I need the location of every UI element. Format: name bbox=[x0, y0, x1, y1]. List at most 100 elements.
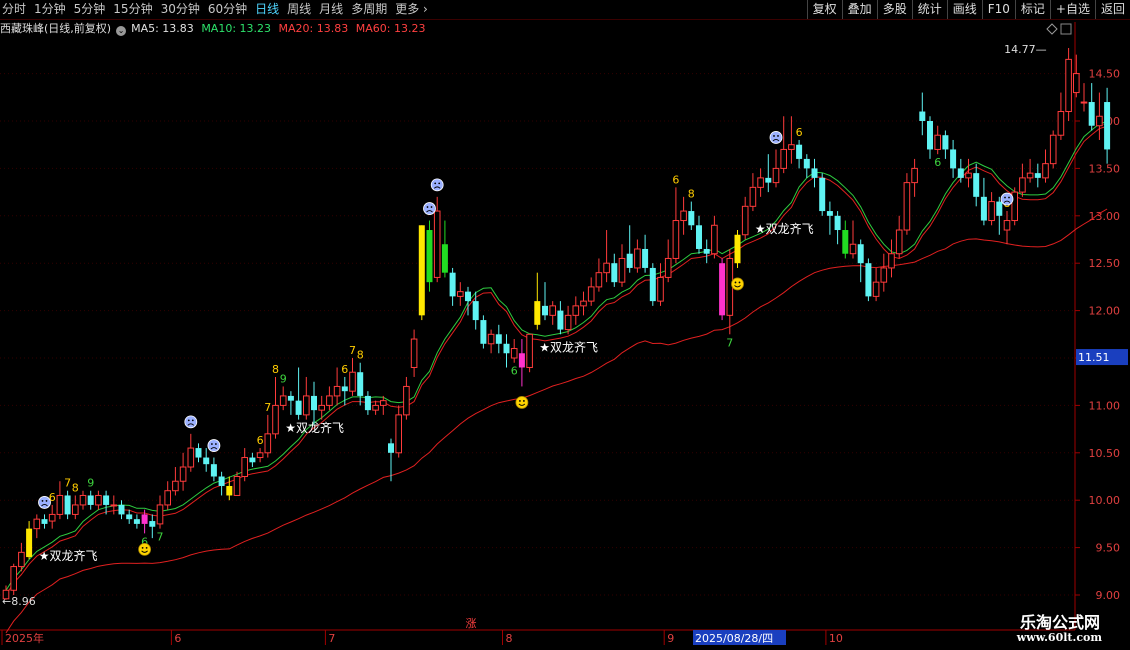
sad-face-icon bbox=[430, 178, 444, 192]
candle-body bbox=[218, 476, 225, 486]
candle-body bbox=[957, 168, 964, 178]
candle-body bbox=[934, 134, 942, 150]
candle-body bbox=[1003, 220, 1011, 231]
candle-body bbox=[79, 494, 87, 506]
candle-body bbox=[118, 504, 125, 515]
candle-body bbox=[526, 333, 533, 368]
candlestick-chart[interactable]: 14.5014.0013.5013.0012.5012.0011.5011.00… bbox=[0, 0, 1130, 650]
low-price-label: ←8.96 bbox=[2, 595, 36, 608]
candle-body bbox=[449, 272, 456, 297]
count-marker: 6 bbox=[341, 363, 348, 376]
candle-body bbox=[649, 267, 656, 302]
candle-body bbox=[980, 196, 987, 221]
candle-body bbox=[341, 386, 348, 392]
face-eye bbox=[523, 400, 525, 402]
y-tick-label: 9.00 bbox=[1096, 589, 1121, 602]
high-price-label: 14.77— bbox=[1004, 43, 1047, 56]
face-eye bbox=[187, 419, 190, 422]
candle-body bbox=[510, 348, 518, 359]
candle-body bbox=[195, 448, 202, 458]
face-eye bbox=[191, 419, 194, 422]
candle-body bbox=[834, 215, 841, 231]
candle-body bbox=[719, 263, 726, 316]
x-tick-label: 2025年 bbox=[5, 631, 44, 645]
candle-body bbox=[48, 513, 56, 522]
face-eye bbox=[734, 281, 737, 284]
candle-body bbox=[110, 504, 118, 507]
candle-body bbox=[572, 305, 580, 316]
cursor-price-label: 11.51 bbox=[1078, 351, 1110, 364]
candle-body bbox=[357, 372, 364, 396]
face-circle bbox=[138, 542, 152, 556]
watermark-title: 乐淘公式网 bbox=[1019, 613, 1100, 632]
happy-face-icon bbox=[138, 542, 152, 556]
candle-body bbox=[534, 301, 541, 325]
candle-body bbox=[303, 395, 310, 416]
candle-body bbox=[711, 224, 718, 255]
candle-body bbox=[1026, 172, 1034, 179]
candle-body bbox=[973, 173, 980, 197]
count-marker: 6 bbox=[796, 126, 803, 139]
candle-body bbox=[542, 305, 548, 316]
double-dragon-signal: ★双龙齐飞 bbox=[755, 221, 814, 236]
ma-mid-line bbox=[5, 125, 1108, 596]
candle-body bbox=[587, 286, 595, 302]
count-marker: 8 bbox=[72, 481, 79, 494]
candle-body bbox=[826, 211, 833, 216]
candle-body bbox=[634, 248, 641, 269]
candle-body bbox=[741, 205, 749, 236]
diamond-icon bbox=[1046, 23, 1058, 35]
face-circle bbox=[1000, 192, 1014, 206]
candle-body bbox=[72, 504, 79, 515]
sad-face-icon bbox=[184, 415, 198, 429]
candle-body bbox=[842, 230, 849, 254]
candle-body bbox=[819, 177, 826, 212]
ma-short-line bbox=[5, 121, 1108, 591]
candle-body bbox=[927, 121, 933, 150]
face-eye bbox=[519, 400, 521, 402]
candle-body bbox=[657, 276, 664, 302]
count-marker: 7 bbox=[157, 531, 164, 544]
face-circle bbox=[423, 202, 436, 215]
y-tick-label: 10.50 bbox=[1089, 447, 1121, 460]
count-marker: 9 bbox=[280, 372, 287, 385]
face-eye bbox=[211, 443, 213, 445]
candle-body bbox=[626, 253, 633, 268]
candle-body bbox=[187, 447, 195, 468]
face-eye bbox=[777, 135, 779, 137]
candle-body bbox=[333, 385, 341, 397]
candle-body bbox=[942, 135, 949, 150]
happy-face-icon bbox=[731, 277, 744, 291]
double-dragon-signal: ★双龙齐飞 bbox=[285, 420, 344, 435]
candle-body bbox=[611, 263, 618, 283]
candle-body bbox=[757, 177, 764, 188]
candle-body bbox=[349, 371, 356, 392]
candle-body bbox=[10, 566, 17, 591]
candle-body bbox=[1034, 173, 1041, 178]
y-tick-label: 12.50 bbox=[1089, 257, 1121, 270]
candle-body bbox=[56, 494, 64, 515]
face-circle bbox=[515, 396, 529, 409]
candle-body bbox=[264, 433, 272, 454]
candle-body bbox=[1104, 102, 1111, 150]
face-eye bbox=[145, 546, 148, 549]
candle-body bbox=[164, 490, 171, 506]
x-tick-label: 9 bbox=[667, 632, 674, 645]
face-eye bbox=[1004, 196, 1006, 199]
candle-body bbox=[603, 262, 610, 274]
face-eye bbox=[438, 182, 441, 185]
candle-body bbox=[403, 385, 410, 416]
double-dragon-signal: ★双龙齐飞 bbox=[539, 340, 598, 355]
candle-body bbox=[911, 167, 918, 184]
candle-body bbox=[564, 314, 572, 331]
face-eye bbox=[430, 206, 433, 208]
double-dragon-signal: ★双龙齐飞 bbox=[39, 548, 98, 563]
candle-body bbox=[618, 257, 626, 283]
count-marker: 8 bbox=[688, 188, 695, 201]
candle-body bbox=[279, 395, 287, 406]
candle-body bbox=[311, 395, 317, 411]
candle-body bbox=[233, 476, 241, 496]
happy-face-icon bbox=[515, 396, 529, 409]
x-tick-label: 8 bbox=[506, 632, 513, 645]
candle-body bbox=[226, 485, 233, 496]
